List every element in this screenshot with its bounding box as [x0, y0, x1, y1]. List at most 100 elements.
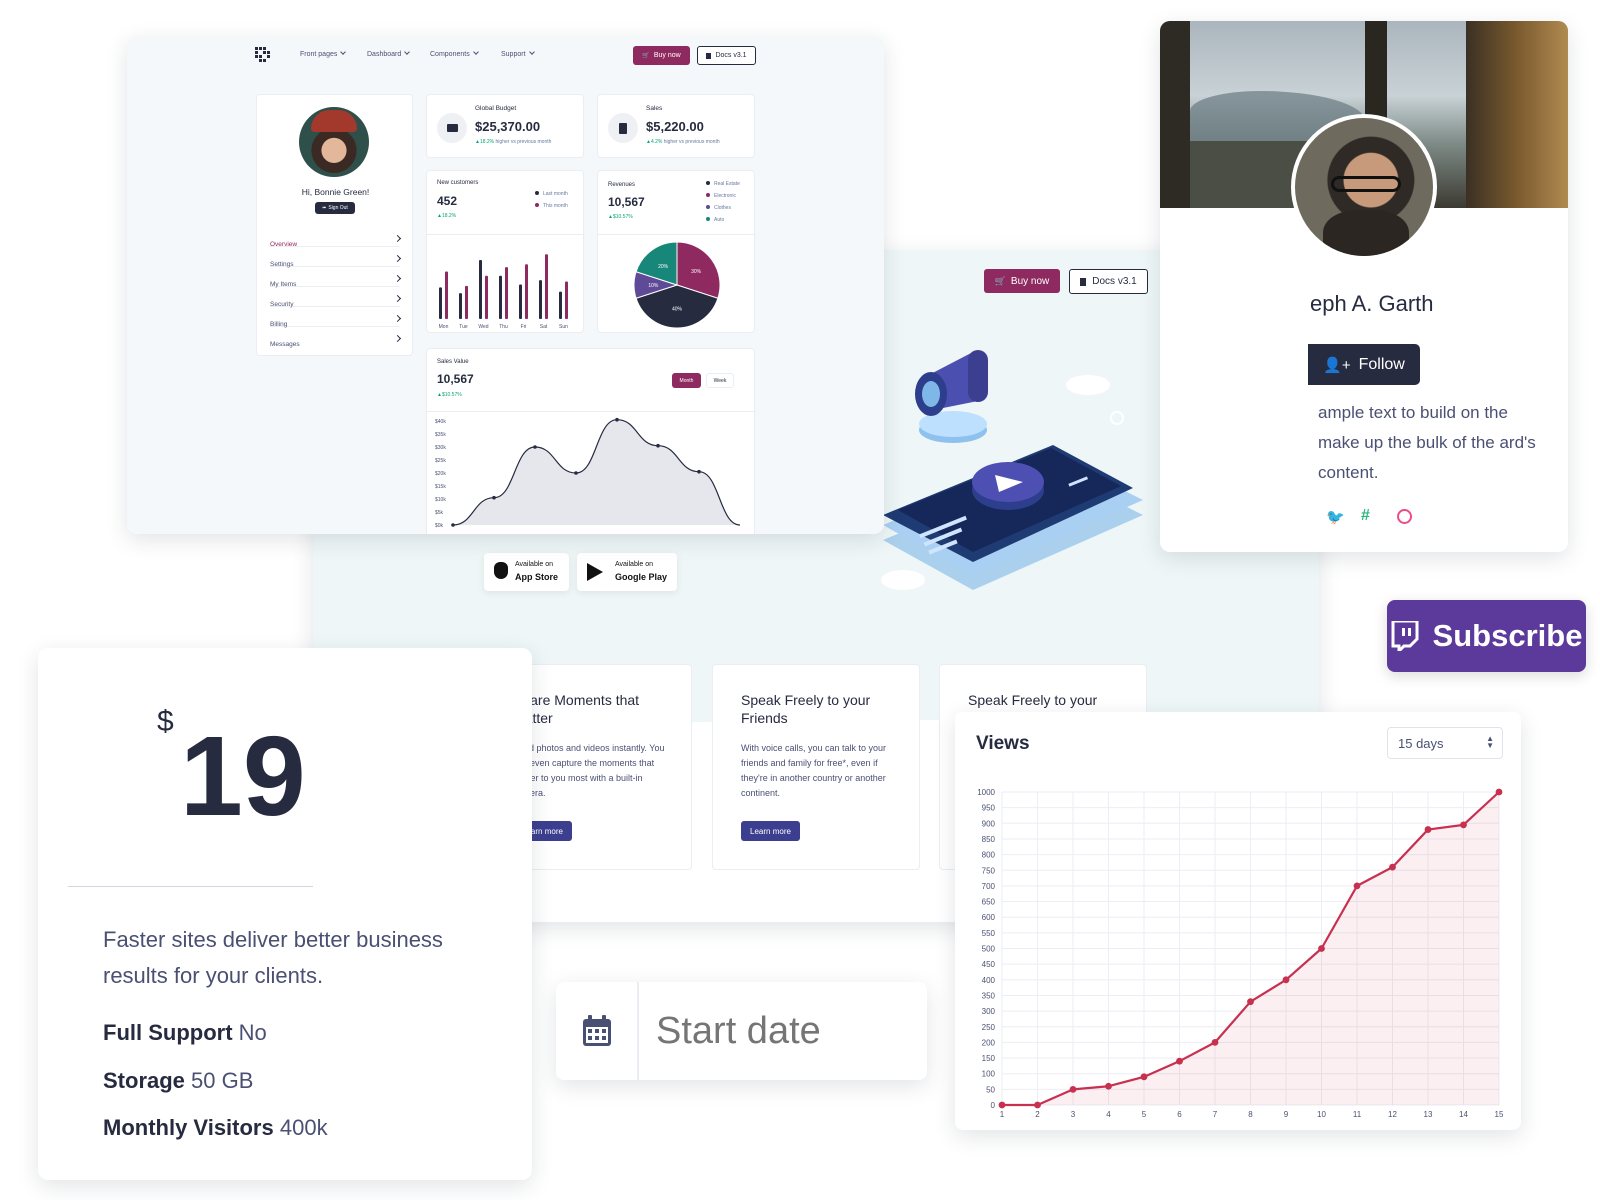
- sales-value-card: Sales Value 10,567 ▲$10.57% Month Week $…: [426, 348, 756, 534]
- range-select[interactable]: 15 days ▲ ▼: [1387, 727, 1503, 759]
- data-point: [1424, 826, 1432, 833]
- slack-icon[interactable]: #: [1361, 507, 1370, 525]
- book-icon: [1080, 277, 1087, 286]
- pricing-feature: Full Support No: [103, 1020, 267, 1045]
- y-tick-label: 50: [986, 1085, 995, 1094]
- bar: [459, 293, 462, 319]
- bar: [519, 284, 522, 319]
- greeting: Hi, Bonnie Green!: [301, 187, 370, 197]
- feature-title: Speak Freely to your Friends: [741, 692, 871, 726]
- book-icon: [706, 52, 712, 59]
- stat-value: 10,567: [608, 195, 645, 209]
- x-tick-label: Fri: [521, 324, 527, 330]
- learn-more-button[interactable]: Learn more: [741, 821, 800, 841]
- y-tick-label: 950: [982, 804, 996, 813]
- stat-value: 452: [437, 194, 458, 208]
- x-tick-label: 11: [1353, 1110, 1362, 1119]
- menu-item-my-items[interactable]: My Items: [270, 273, 402, 288]
- avatar: [299, 107, 369, 177]
- pricing-feature: Monthly Visitors 400k: [103, 1115, 328, 1140]
- stat-value: $25,370.00: [475, 119, 541, 134]
- month-toggle-button[interactable]: Month: [672, 373, 701, 388]
- bar: [545, 254, 548, 319]
- google-play-icon: [587, 563, 603, 581]
- stat-change: ▲18.2% higher vs previous month: [475, 139, 552, 145]
- feature-text: Send photos and videos instantly. You ca…: [513, 743, 665, 798]
- cart-icon: 🛒: [994, 275, 1006, 286]
- x-tick-label: 10: [1317, 1110, 1326, 1119]
- app-store-button[interactable]: Available on App Store: [484, 553, 569, 591]
- area-fill: [453, 419, 740, 525]
- revenues-pie-chart: 30% 40% 10% 20%: [633, 241, 721, 329]
- week-toggle-button[interactable]: Week: [706, 373, 734, 388]
- y-tick-label: 800: [982, 851, 996, 860]
- dashboard-buy-now-button[interactable]: 🛒 Buy now: [633, 46, 690, 65]
- profile-description: ample text to build on the make up the b…: [1318, 403, 1536, 482]
- revenues-card: Revenues 10,567 ▲$10.57% Real Estate Ele…: [597, 170, 756, 333]
- legend-item: This month: [535, 203, 568, 209]
- landing-buy-now-button[interactable]: 🛒 Buy now: [984, 269, 1060, 293]
- stat-change: ▲4.2% higher vs previous month: [646, 139, 720, 145]
- bar: [445, 271, 448, 319]
- data-point: [697, 469, 701, 474]
- dashboard-docs-button[interactable]: Docs v3.1: [697, 46, 756, 65]
- y-tick-label: 850: [982, 835, 996, 844]
- profile-name: eph A. Garth: [1310, 291, 1434, 316]
- feature-card: Speak Freely to your Friends With voice …: [712, 664, 920, 870]
- nav-front-pages[interactable]: Front pages: [300, 51, 345, 58]
- x-tick-label: 5: [1142, 1110, 1147, 1119]
- x-tick-label: 12: [1388, 1110, 1397, 1119]
- google-play-button[interactable]: Available on Google Play: [577, 553, 677, 591]
- subscribe-button[interactable]: Subscribe: [1387, 600, 1586, 672]
- y-tick-label: $5k: [435, 510, 444, 516]
- x-tick-label: 2: [1035, 1110, 1040, 1119]
- y-tick-label: 250: [982, 1023, 996, 1032]
- y-tick-label: $0k: [435, 523, 444, 529]
- menu-item-billing[interactable]: Billing: [270, 313, 402, 328]
- nav-dashboard[interactable]: Dashboard: [367, 51, 409, 58]
- data-point: [1211, 1039, 1219, 1046]
- data-point: [998, 1101, 1006, 1109]
- data-point: [1140, 1073, 1148, 1081]
- start-date-input-group[interactable]: [556, 982, 927, 1080]
- data-point: [1282, 976, 1290, 984]
- twitter-icon[interactable]: 🐦: [1326, 508, 1345, 526]
- data-point: [1460, 821, 1467, 829]
- stat-label: Global Budget: [475, 105, 517, 112]
- profile-card: eph A. Garth 👤+ Follow ample text to buil…: [1160, 21, 1568, 552]
- menu-item-settings[interactable]: Settings: [270, 253, 402, 268]
- global-budget-card: Global Budget $25,370.00 ▲18.2% higher v…: [426, 94, 584, 158]
- landing-docs-button[interactable]: Docs v3.1: [1069, 269, 1148, 294]
- data-point: [533, 445, 537, 449]
- pricing-feature: Storage 50 GB: [103, 1068, 254, 1093]
- bar: [485, 275, 488, 319]
- data-point: [1247, 998, 1254, 1006]
- menu-item-overview[interactable]: Overview: [270, 233, 402, 248]
- legend-item: Electronic: [706, 193, 736, 199]
- legend-item: Last month: [535, 191, 568, 197]
- y-tick-label: 300: [982, 1007, 996, 1016]
- follow-button[interactable]: 👤+ Follow: [1308, 344, 1420, 385]
- data-point: [1495, 788, 1503, 796]
- pricing-divider: [68, 886, 313, 887]
- nav-support[interactable]: Support: [501, 51, 534, 58]
- apple-icon: [494, 562, 508, 579]
- new-customers-bar-chart: Mon Tue Wed Thu Fri Sat Sun: [439, 254, 568, 330]
- data-point: [1353, 882, 1361, 890]
- twitch-icon: [1391, 621, 1419, 651]
- nav-components[interactable]: Components: [430, 51, 478, 58]
- bar: [559, 291, 562, 319]
- dribbble-icon[interactable]: [1397, 509, 1412, 524]
- menu-item-security[interactable]: Security: [270, 293, 402, 308]
- stat-label: Sales: [646, 105, 663, 112]
- x-tick-label: 3: [1071, 1110, 1076, 1119]
- menu-item-label: My Items: [270, 281, 297, 288]
- menu-item-messages[interactable]: Messages: [270, 333, 402, 348]
- y-tick-label: $15k: [435, 484, 446, 490]
- sign-out-button[interactable]: ➠ Sign Out: [315, 202, 355, 214]
- stat-label: New customers: [437, 180, 479, 186]
- start-date-input[interactable]: [656, 1002, 906, 1060]
- stat-change: ▲$10.57%: [608, 214, 633, 220]
- pie-label: 10%: [648, 283, 659, 289]
- y-tick-label: 700: [982, 882, 996, 891]
